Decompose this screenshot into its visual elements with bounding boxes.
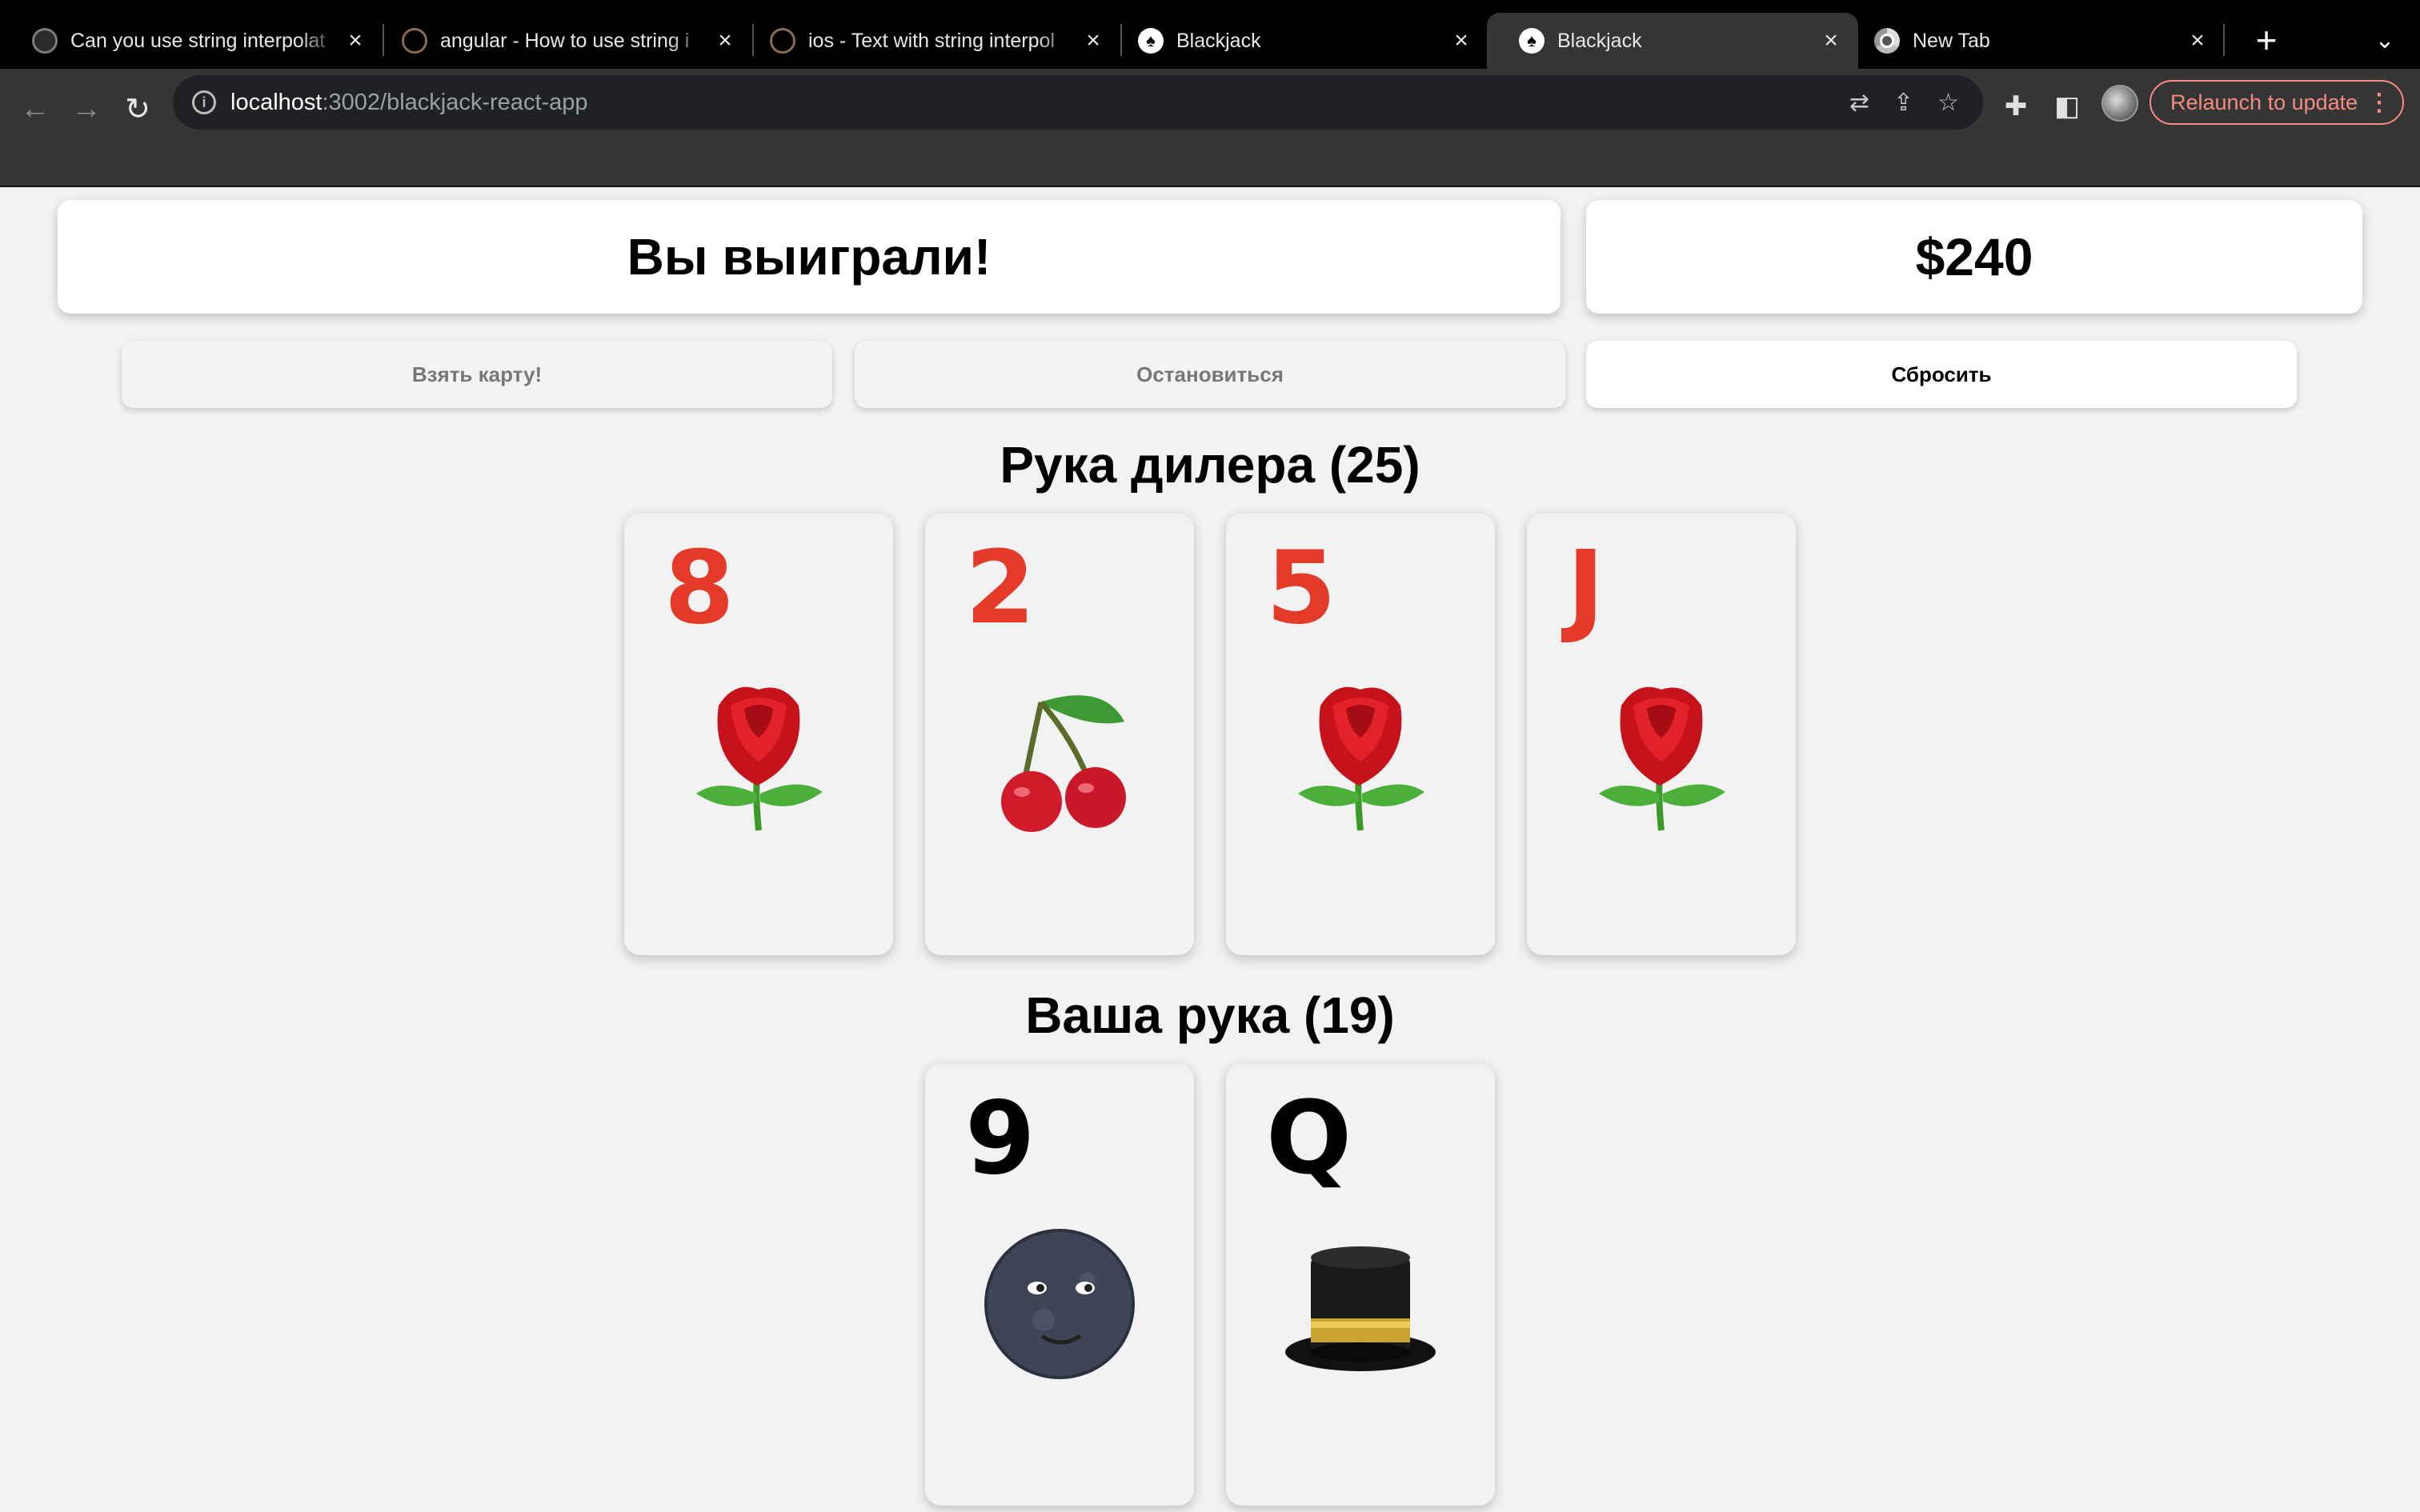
close-icon[interactable]: × (709, 27, 741, 54)
card-rank: J (1567, 529, 1605, 646)
card-rank: 8 (664, 529, 735, 646)
stackoverflow-icon (402, 28, 427, 54)
profile-avatar[interactable] (2101, 85, 2138, 122)
stand-button[interactable]: Остановиться (855, 341, 1565, 408)
bookmark-star-icon[interactable]: ☆ (1937, 89, 1959, 117)
browser-tab[interactable]: ios - Text with string interpol × (738, 13, 1120, 69)
rose-icon (1527, 666, 1796, 842)
game-status-panel: Вы выиграли! (58, 200, 1561, 314)
dealer-card: 2 (925, 514, 1194, 955)
side-panel-icon[interactable]: ◧ (2047, 86, 2087, 126)
more-menu-icon[interactable]: ⋮ (2367, 89, 2391, 117)
forward-arrow-icon[interactable]: → (64, 86, 109, 131)
chrome-icon (1874, 28, 1900, 54)
tab-title: angular - How to use string i (440, 29, 690, 52)
address-bar[interactable]: i localhost:3002/blackjack-react-app ⇄ ⇪… (173, 75, 1983, 130)
extensions-puzzle-icon[interactable]: ✚ (1996, 86, 2036, 126)
reload-icon[interactable]: ↻ (115, 86, 160, 131)
browser-tab[interactable]: angular - How to use string i × (370, 13, 752, 69)
tab-title: Blackjack (1176, 29, 1261, 52)
dealer-hand-title: Рука дилера (25) (1000, 436, 1420, 494)
tab-title: Can you use string interpolat (70, 29, 326, 52)
browser-tab-active[interactable]: ♠ Blackjack × (1487, 13, 1858, 69)
close-icon[interactable]: × (1445, 27, 1477, 54)
card-rank: 9 (965, 1079, 1036, 1197)
site-info-icon[interactable]: i (192, 90, 216, 114)
balance-amount: $240 (1915, 227, 2033, 286)
new-moon-face-icon (925, 1216, 1194, 1392)
tab-title: New Tab (1913, 29, 1990, 52)
browser-tab-strip: Can you use string interpolat × angular … (0, 0, 2420, 69)
player-card: Q (1226, 1064, 1495, 1506)
stackoverflow-icon (770, 28, 795, 54)
hit-button[interactable]: Взять карту! (122, 341, 832, 408)
url-host: localhost (230, 89, 323, 115)
new-tab-button[interactable]: + (2244, 18, 2289, 62)
translate-icon[interactable]: ⇄ (1849, 89, 1869, 117)
cherries-icon (925, 666, 1194, 842)
url-path: :3002/blackjack-react-app (322, 89, 588, 115)
github-icon (32, 28, 58, 54)
browser-tab[interactable]: New Tab × (1842, 13, 2225, 69)
tab-search-chevron-icon[interactable]: ⌄ (2362, 18, 2407, 62)
player-hand-title: Ваша рука (19) (1025, 986, 1395, 1044)
tab-title: ios - Text with string interpol (808, 29, 1055, 52)
back-arrow-icon[interactable]: ← (13, 86, 58, 131)
dealer-card: 5 (1226, 514, 1495, 955)
rose-icon (624, 666, 893, 842)
reset-button[interactable]: Сбросить (1586, 341, 2297, 408)
card-rank: 5 (1266, 529, 1336, 646)
close-icon[interactable]: × (339, 27, 371, 54)
browser-toolbar: ← → ↻ i localhost:3002/blackjack-react-a… (0, 69, 2420, 187)
cards-icon: ♠ (1519, 28, 1545, 54)
dealer-card: 8 (624, 514, 893, 955)
close-icon[interactable]: × (1077, 27, 1109, 54)
card-rank: 2 (965, 529, 1036, 646)
browser-tab[interactable]: ♠ Blackjack × (1106, 13, 1488, 69)
cards-icon: ♠ (1138, 28, 1164, 54)
balance-panel: $240 (1586, 200, 2362, 314)
dealer-card: J (1527, 514, 1796, 955)
rose-icon (1226, 666, 1495, 842)
top-hat-icon (1226, 1216, 1495, 1392)
relaunch-label: Relaunch to update (2170, 90, 2358, 114)
tab-title: Blackjack (1557, 29, 1642, 52)
game-status-message: Вы выиграли! (627, 228, 992, 286)
tab-divider (2223, 24, 2225, 56)
relaunch-to-update-button[interactable]: Relaunch to update ⋮ (2150, 80, 2404, 125)
close-icon[interactable]: × (2182, 27, 2214, 54)
card-rank: Q (1266, 1079, 1352, 1197)
browser-tab[interactable]: Can you use string interpolat × (0, 13, 383, 69)
blackjack-page: Вы выиграли! $240 Взять карту! Остановит… (0, 187, 2420, 1512)
player-card: 9 (925, 1064, 1194, 1506)
share-icon[interactable]: ⇪ (1893, 89, 1913, 117)
